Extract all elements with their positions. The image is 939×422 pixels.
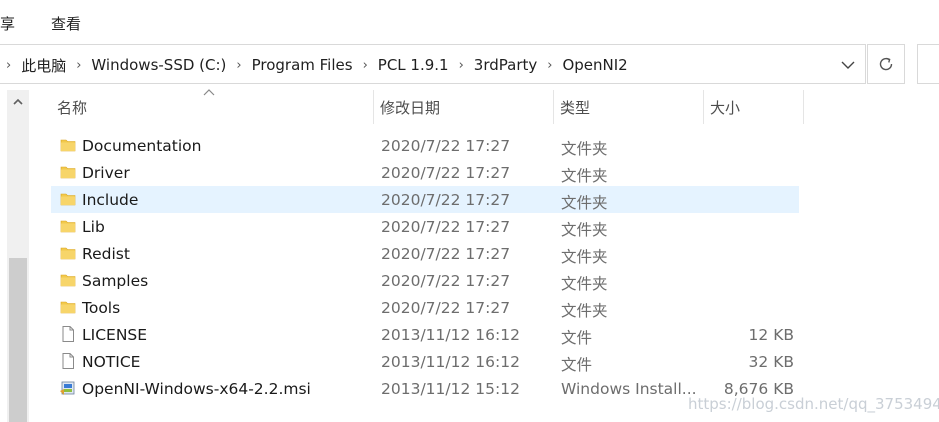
file-row[interactable]: Tools 2020/7/22 17:27 文件夹 <box>51 294 799 321</box>
column-header-size[interactable]: 大小 <box>704 90 804 124</box>
file-date: 2020/7/22 17:27 <box>381 245 511 263</box>
breadcrumb-pcl[interactable]: PCL 1.9.1 <box>378 56 449 74</box>
file-type: 文件 <box>561 329 593 347</box>
watermark: https://blog.csdn.net/qq_37534947 <box>688 395 939 413</box>
breadcrumb-this-pc[interactable]: 此电脑 <box>21 55 66 76</box>
column-header-date[interactable]: 修改日期 <box>374 90 554 124</box>
file-date: 2013/11/12 15:12 <box>381 380 520 398</box>
file-row[interactable]: OpenNI-Windows-x64-2.2.msi 2013/11/12 15:… <box>51 375 799 402</box>
file-date: 2020/7/22 17:27 <box>381 218 511 236</box>
address-bar[interactable]: › 此电脑 › Windows-SSD (C:) › Program Files… <box>0 44 866 84</box>
breadcrumb-separator-icon[interactable]: › <box>449 58 474 73</box>
folder-icon <box>59 217 77 235</box>
file-name: Driver <box>82 164 130 182</box>
msi-installer-icon <box>59 379 77 397</box>
folder-icon <box>59 244 77 262</box>
breadcrumb: › 此电脑 › Windows-SSD (C:) › Program Files… <box>0 55 628 75</box>
file-type: 文件夹 <box>561 248 608 266</box>
folder-icon <box>59 136 77 154</box>
breadcrumb-separator-icon[interactable]: › <box>353 58 378 73</box>
file-name: Redist <box>82 245 130 263</box>
file-icon <box>59 352 77 370</box>
file-row[interactable]: Include 2020/7/22 17:27 文件夹 <box>51 186 799 213</box>
breadcrumb-drive-c[interactable]: Windows-SSD (C:) <box>91 56 226 74</box>
file-name: LICENSE <box>82 326 148 344</box>
file-type: 文件夹 <box>561 140 608 158</box>
file-type: 文件 <box>561 356 593 374</box>
file-row[interactable]: Driver 2020/7/22 17:27 文件夹 <box>51 159 799 186</box>
column-header-type[interactable]: 类型 <box>554 90 704 124</box>
breadcrumb-program-files[interactable]: Program Files <box>252 56 353 74</box>
scroll-up-icon[interactable] <box>7 90 29 112</box>
file-date: 2020/7/22 17:27 <box>381 299 511 317</box>
file-row[interactable]: Lib 2020/7/22 17:27 文件夹 <box>51 213 799 240</box>
file-name: Include <box>82 191 139 209</box>
file-row[interactable]: Samples 2020/7/22 17:27 文件夹 <box>51 267 799 294</box>
file-type: Windows Install... <box>561 380 697 398</box>
refresh-button[interactable] <box>867 44 905 84</box>
refresh-icon <box>879 57 893 71</box>
folder-icon <box>59 298 77 316</box>
file-type: 文件夹 <box>561 221 608 239</box>
ribbon-tab-view[interactable]: 查看 <box>51 13 81 34</box>
ribbon-tab-share[interactable]: 享 <box>0 13 15 34</box>
ribbon: 享 查看 <box>0 0 939 40</box>
chevron-down-icon[interactable] <box>836 53 860 77</box>
folder-icon <box>59 163 77 181</box>
file-name: Lib <box>82 218 105 236</box>
file-type: 文件夹 <box>561 167 608 185</box>
file-size: 12 KB <box>748 326 794 344</box>
file-row[interactable]: Documentation 2020/7/22 17:27 文件夹 <box>51 132 799 159</box>
file-type: 文件夹 <box>561 194 608 212</box>
file-type: 文件夹 <box>561 275 608 293</box>
search-input[interactable] <box>917 44 939 84</box>
file-name: Samples <box>82 272 149 290</box>
file-row[interactable]: Redist 2020/7/22 17:27 文件夹 <box>51 240 799 267</box>
file-date: 2020/7/22 17:27 <box>381 137 511 155</box>
sort-ascending-icon <box>203 89 215 96</box>
file-icon <box>59 325 77 343</box>
file-date: 2013/11/12 16:12 <box>381 353 520 371</box>
folder-icon <box>59 190 77 208</box>
file-size: 32 KB <box>748 353 794 371</box>
file-date: 2020/7/22 17:27 <box>381 164 511 182</box>
file-date: 2020/7/22 17:27 <box>381 191 511 209</box>
breadcrumb-separator-icon[interactable]: › <box>537 58 562 73</box>
file-name: Documentation <box>82 137 202 155</box>
folder-icon <box>59 271 77 289</box>
file-type: 文件夹 <box>561 302 608 320</box>
scroll-thumb[interactable] <box>9 258 27 422</box>
navigation-scrollbar[interactable] <box>7 90 29 422</box>
breadcrumb-3rdparty[interactable]: 3rdParty <box>474 56 537 74</box>
file-row[interactable]: LICENSE 2013/11/12 16:12 文件 12 KB <box>51 321 799 348</box>
file-date: 2020/7/22 17:27 <box>381 272 511 290</box>
file-name: NOTICE <box>82 353 141 371</box>
breadcrumb-separator-icon[interactable]: › <box>66 58 91 73</box>
breadcrumb-separator-icon[interactable]: › <box>226 58 251 73</box>
file-name: Tools <box>82 299 121 317</box>
address-row: › 此电脑 › Windows-SSD (C:) › Program Files… <box>0 44 939 86</box>
file-row[interactable]: NOTICE 2013/11/12 16:12 文件 32 KB <box>51 348 799 375</box>
breadcrumb-separator-icon[interactable]: › <box>0 58 21 73</box>
file-date: 2013/11/12 16:12 <box>381 326 520 344</box>
file-name: OpenNI-Windows-x64-2.2.msi <box>82 380 311 398</box>
breadcrumb-openni2[interactable]: OpenNI2 <box>562 56 627 74</box>
